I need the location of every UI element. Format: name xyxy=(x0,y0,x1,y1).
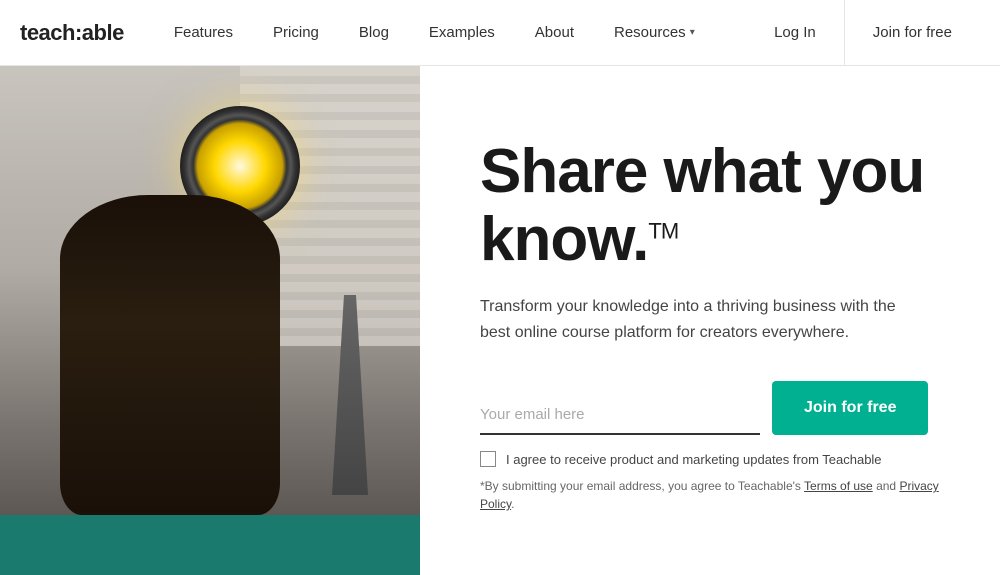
consent-row: I agree to receive product and marketing… xyxy=(480,451,940,467)
hero-heading: Share what you know.TM xyxy=(480,138,940,274)
hero-section: Share what you know.TM Transform your kn… xyxy=(0,66,1000,575)
login-button[interactable]: Log In xyxy=(746,0,844,66)
fine-print-after: . xyxy=(511,497,514,511)
nav-examples[interactable]: Examples xyxy=(409,0,515,66)
join-hero-button[interactable]: Join for free xyxy=(772,381,928,435)
fine-print-before: *By submitting your email address, you a… xyxy=(480,479,804,493)
logo[interactable]: teach:able xyxy=(20,20,124,46)
email-input[interactable] xyxy=(480,396,760,435)
join-nav-button[interactable]: Join for free xyxy=(844,0,980,66)
resources-label: Resources xyxy=(614,24,686,41)
nav-blog[interactable]: Blog xyxy=(339,0,409,66)
hero-subtext: Transform your knowledge into a thriving… xyxy=(480,294,900,345)
nav-links: Features Pricing Blog Examples About Res… xyxy=(154,0,746,66)
main-nav: teach:able Features Pricing Blog Example… xyxy=(0,0,1000,66)
terms-link[interactable]: Terms of use xyxy=(804,479,873,493)
heading-line2: know. xyxy=(480,205,648,274)
nav-resources[interactable]: Resources ▾ xyxy=(594,0,715,66)
nav-pricing[interactable]: Pricing xyxy=(253,0,339,66)
chevron-down-icon: ▾ xyxy=(690,27,695,38)
consent-label: I agree to receive product and marketing… xyxy=(506,452,882,467)
teal-bottom-bar xyxy=(0,515,420,575)
nav-features[interactable]: Features xyxy=(154,0,253,66)
person-silhouette xyxy=(60,195,280,515)
heading-line1: Share what you xyxy=(480,137,924,206)
hero-image xyxy=(0,66,420,575)
fine-print: *By submitting your email address, you a… xyxy=(480,477,940,513)
consent-checkbox[interactable] xyxy=(480,451,496,467)
hero-content: Share what you know.TM Transform your kn… xyxy=(420,66,1000,575)
and-text: and xyxy=(873,479,900,493)
nav-about[interactable]: About xyxy=(515,0,594,66)
trademark: TM xyxy=(648,218,678,243)
nav-actions: Log In Join for free xyxy=(746,0,980,66)
email-form: Join for free xyxy=(480,381,940,435)
